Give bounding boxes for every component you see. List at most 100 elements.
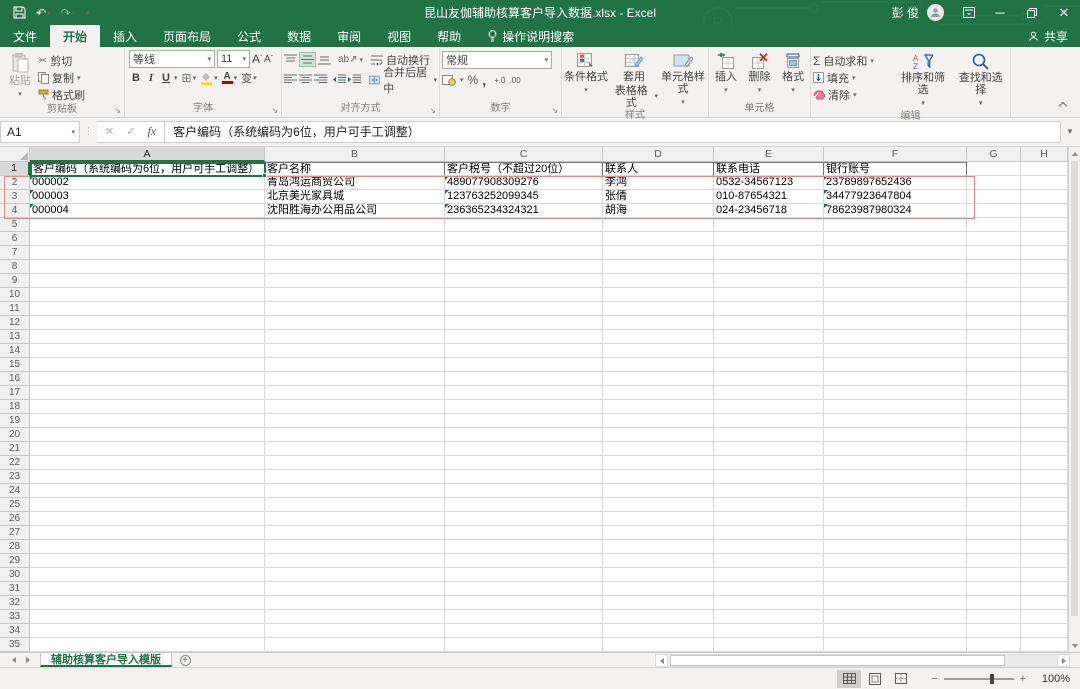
cell-D26[interactable]	[603, 512, 714, 526]
scroll-left-icon[interactable]	[655, 654, 668, 667]
cell-B13[interactable]	[265, 330, 445, 344]
tab-页面布局[interactable]: 页面布局	[150, 25, 224, 47]
cell-F2[interactable]: 23789897652436	[824, 176, 967, 190]
cell-F15[interactable]	[824, 358, 967, 372]
cell-G25[interactable]	[967, 498, 1021, 512]
conditional-formatting-button[interactable]: 条件格式 ▾	[564, 49, 608, 109]
row-header-24[interactable]: 24	[0, 484, 30, 498]
cell-B25[interactable]	[265, 498, 445, 512]
cell-A35[interactable]	[30, 638, 265, 652]
cell-E3[interactable]: 010-87654321	[714, 190, 824, 204]
cell-E20[interactable]	[714, 428, 824, 442]
cell-G13[interactable]	[967, 330, 1021, 344]
increase-indent-icon[interactable]	[348, 74, 361, 85]
minimize-button[interactable]: ─	[984, 0, 1016, 25]
row-header-26[interactable]: 26	[0, 512, 30, 526]
cell-A28[interactable]	[30, 540, 265, 554]
cell-B32[interactable]	[265, 596, 445, 610]
cell-E23[interactable]	[714, 470, 824, 484]
cell-G33[interactable]	[967, 610, 1021, 624]
cell-G27[interactable]	[967, 526, 1021, 540]
cell-H28[interactable]	[1021, 540, 1068, 554]
cell-E34[interactable]	[714, 624, 824, 638]
tab-视图[interactable]: 视图	[374, 25, 424, 47]
cell-D20[interactable]	[603, 428, 714, 442]
name-box-dropdown[interactable]: ▾	[71, 128, 75, 136]
cell-H31[interactable]	[1021, 582, 1068, 596]
cell-H19[interactable]	[1021, 414, 1068, 428]
cell-F26[interactable]	[824, 512, 967, 526]
cell-B10[interactable]	[265, 288, 445, 302]
cell-A3[interactable]: 000003	[30, 190, 265, 204]
cell-A24[interactable]	[30, 484, 265, 498]
align-middle-icon[interactable]	[299, 52, 316, 67]
cell-F1[interactable]: 银行账号	[824, 162, 967, 176]
fill-button[interactable]: 填充 ▾	[813, 69, 893, 86]
cell-C4[interactable]: 236365234324321	[445, 204, 603, 218]
cell-G18[interactable]	[967, 400, 1021, 414]
format-cells-button[interactable]: 格式 ▾	[778, 49, 808, 102]
vertical-scroll-thumb[interactable]	[1071, 161, 1078, 616]
cell-D29[interactable]	[603, 554, 714, 568]
cell-F29[interactable]	[824, 554, 967, 568]
cell-B12[interactable]	[265, 316, 445, 330]
cell-H6[interactable]	[1021, 232, 1068, 246]
row-header-32[interactable]: 32	[0, 596, 30, 610]
cell-G12[interactable]	[967, 316, 1021, 330]
row-header-3[interactable]: 3	[0, 190, 30, 204]
row-header-9[interactable]: 9	[0, 274, 30, 288]
row-header-10[interactable]: 10	[0, 288, 30, 302]
cell-B24[interactable]	[265, 484, 445, 498]
cell-G32[interactable]	[967, 596, 1021, 610]
cell-B28[interactable]	[265, 540, 445, 554]
cell-F20[interactable]	[824, 428, 967, 442]
grow-font-button[interactable]: Aˆ	[252, 52, 262, 66]
cell-H30[interactable]	[1021, 568, 1068, 582]
cell-H22[interactable]	[1021, 456, 1068, 470]
cell-C17[interactable]	[445, 386, 603, 400]
cell-G23[interactable]	[967, 470, 1021, 484]
cell-B17[interactable]	[265, 386, 445, 400]
cell-H7[interactable]	[1021, 246, 1068, 260]
cell-G21[interactable]	[967, 442, 1021, 456]
row-header-11[interactable]: 11	[0, 302, 30, 316]
formula-bar-splitter[interactable]: ⋮	[80, 126, 97, 137]
merge-center-button[interactable]: 合并后居中 ▾	[369, 71, 437, 88]
cell-D30[interactable]	[603, 568, 714, 582]
cell-E25[interactable]	[714, 498, 824, 512]
cell-B7[interactable]	[265, 246, 445, 260]
cell-B26[interactable]	[265, 512, 445, 526]
cell-E24[interactable]	[714, 484, 824, 498]
cell-C9[interactable]	[445, 274, 603, 288]
cell-C14[interactable]	[445, 344, 603, 358]
cell-G3[interactable]	[967, 190, 1021, 204]
cell-E10[interactable]	[714, 288, 824, 302]
italic-button[interactable]: I	[144, 72, 158, 84]
cell-E28[interactable]	[714, 540, 824, 554]
cell-B5[interactable]	[265, 218, 445, 232]
cell-F19[interactable]	[824, 414, 967, 428]
user-avatar[interactable]	[927, 4, 944, 21]
cell-H27[interactable]	[1021, 526, 1068, 540]
clear-button[interactable]: 清除 ▾	[813, 86, 893, 103]
cell-E1[interactable]: 联系电话	[714, 162, 824, 176]
cell-D11[interactable]	[603, 302, 714, 316]
cell-styles-button[interactable]: 单元格样式 ▾	[660, 49, 706, 109]
customize-qat-icon[interactable]: ▾	[82, 9, 93, 17]
cell-D24[interactable]	[603, 484, 714, 498]
cell-D5[interactable]	[603, 218, 714, 232]
tab-帮助[interactable]: 帮助	[424, 25, 474, 47]
cell-B18[interactable]	[265, 400, 445, 414]
cell-A30[interactable]	[30, 568, 265, 582]
cell-A15[interactable]	[30, 358, 265, 372]
cell-B19[interactable]	[265, 414, 445, 428]
cell-C19[interactable]	[445, 414, 603, 428]
cell-D23[interactable]	[603, 470, 714, 484]
row-header-35[interactable]: 35	[0, 638, 30, 652]
cell-G5[interactable]	[967, 218, 1021, 232]
cell-C15[interactable]	[445, 358, 603, 372]
cell-D4[interactable]: 胡海	[603, 204, 714, 218]
collapse-ribbon-icon[interactable]	[1059, 102, 1067, 110]
cell-D14[interactable]	[603, 344, 714, 358]
cell-B27[interactable]	[265, 526, 445, 540]
